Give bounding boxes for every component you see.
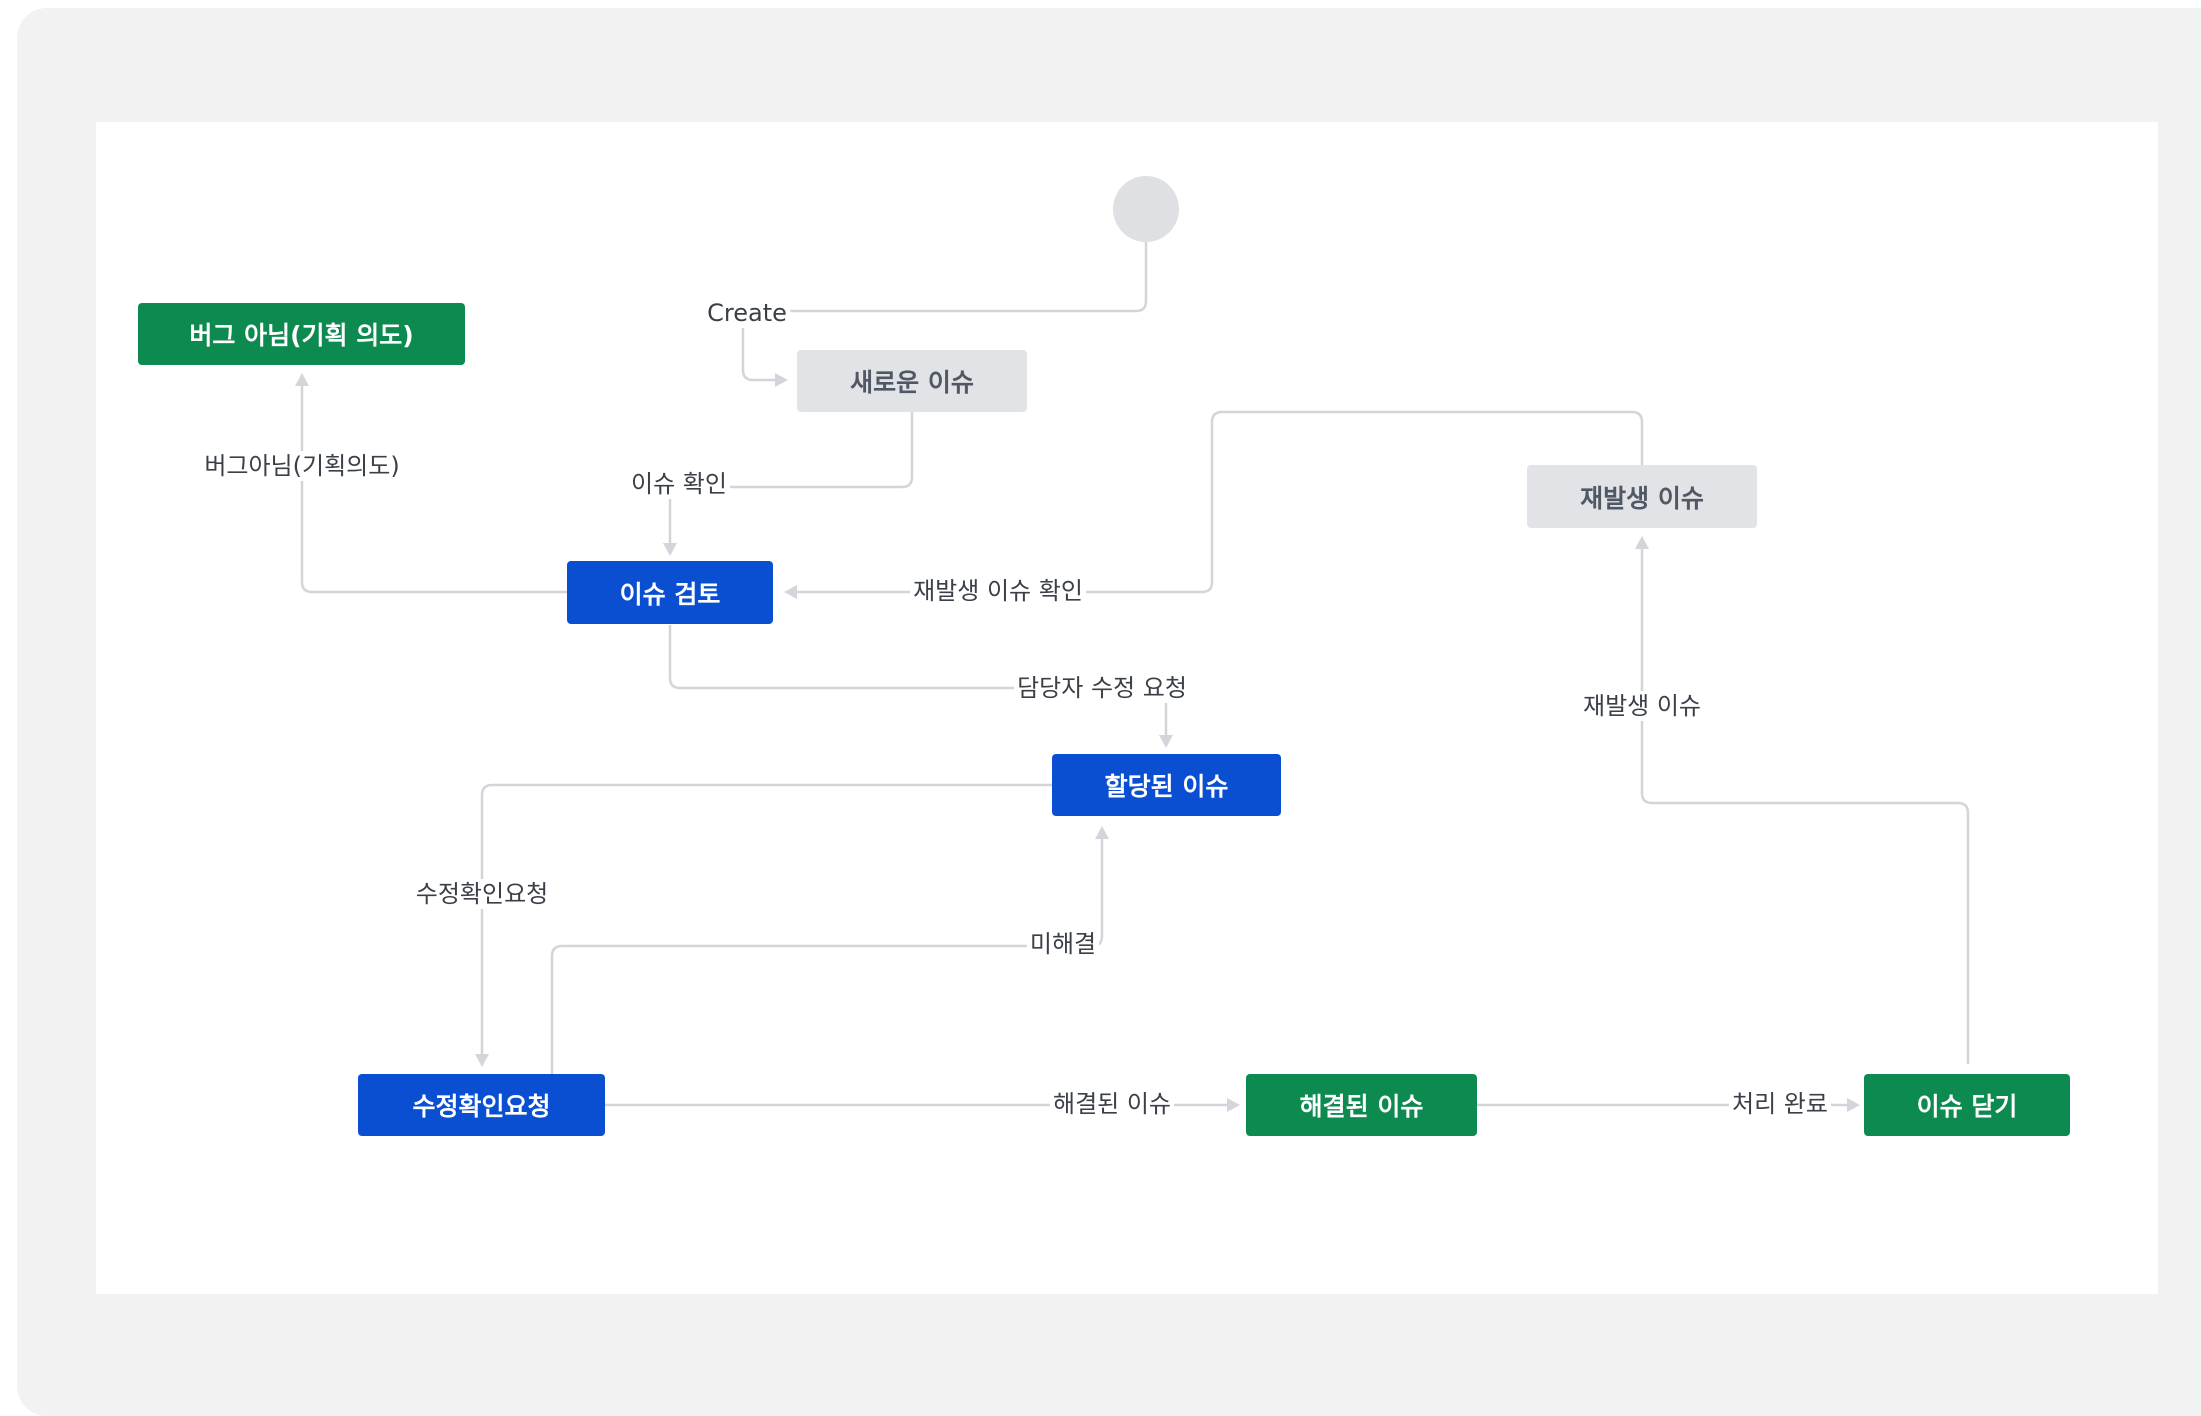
connector-unresolved bbox=[550, 838, 1104, 1074]
transition-reopen-label[interactable]: 재발생 이슈 bbox=[1579, 691, 1705, 721]
arrowhead-done bbox=[1847, 1098, 1860, 1112]
status-closed-label: 이슈 닫기 bbox=[1916, 1092, 2018, 1121]
arrowhead-reopen-confirm bbox=[784, 585, 797, 599]
connector-reopen bbox=[1640, 548, 1970, 1064]
connector-request-verify bbox=[480, 783, 1052, 1055]
status-assigned[interactable]: 할당된 이슈 bbox=[1052, 754, 1281, 816]
status-new-issue-label: 새로운 이슈 bbox=[850, 368, 974, 397]
transition-done-label[interactable]: 처리 완료 bbox=[1729, 1089, 1831, 1119]
status-resolved-label: 해결된 이슈 bbox=[1299, 1092, 1424, 1121]
connector-not-bug bbox=[300, 385, 567, 594]
transition-resolved-label[interactable]: 해결된 이슈 bbox=[1049, 1089, 1175, 1119]
arrowhead-create bbox=[775, 373, 788, 387]
status-assigned-label: 할당된 이슈 bbox=[1104, 772, 1229, 801]
arrowhead-not-bug bbox=[295, 373, 309, 386]
arrowhead-request-verify bbox=[475, 1054, 489, 1067]
status-review[interactable]: 이슈 검토 bbox=[567, 561, 773, 624]
start-node bbox=[1113, 176, 1179, 242]
status-reopened-label: 재발생 이슈 bbox=[1580, 483, 1704, 513]
connector-reopen-confirm bbox=[795, 410, 1644, 594]
arrowhead-confirm bbox=[663, 543, 677, 556]
transition-create-label[interactable]: Create bbox=[704, 298, 790, 328]
workflow-connectors bbox=[295, 242, 1970, 1112]
arrowhead-request-fix bbox=[1159, 735, 1173, 748]
arrowhead-unresolved bbox=[1095, 826, 1109, 839]
status-verify-request[interactable]: 수정확인요청 bbox=[358, 1074, 605, 1136]
status-resolved[interactable]: 해결된 이슈 bbox=[1246, 1074, 1477, 1136]
transition-not-bug-label[interactable]: 버그아님(기획의도) bbox=[201, 451, 403, 481]
status-review-label: 이슈 검토 bbox=[619, 579, 721, 609]
status-new-issue[interactable]: 새로운 이슈 bbox=[797, 350, 1027, 412]
status-not-bug[interactable]: 버그 아님(기획 의도) bbox=[138, 303, 465, 365]
status-verify-request-label: 수정확인요청 bbox=[412, 1092, 551, 1121]
transition-confirm-label[interactable]: 이슈 확인 bbox=[628, 469, 730, 499]
transition-request-verify-label[interactable]: 수정확인요청 bbox=[412, 879, 552, 909]
arrowhead-reopen bbox=[1635, 536, 1649, 549]
transition-request-fix-label[interactable]: 담당자 수정 요청 bbox=[1014, 673, 1190, 703]
status-not-bug-label: 버그 아님(기획 의도) bbox=[189, 321, 414, 350]
arrowhead-resolved bbox=[1227, 1098, 1240, 1112]
status-reopened[interactable]: 재발생 이슈 bbox=[1527, 465, 1757, 528]
transition-unresolved-label[interactable]: 미해결 bbox=[1026, 929, 1100, 959]
status-closed[interactable]: 이슈 닫기 bbox=[1864, 1074, 2070, 1136]
transition-reopen-confirm-label[interactable]: 재발생 이슈 확인 bbox=[910, 576, 1086, 606]
